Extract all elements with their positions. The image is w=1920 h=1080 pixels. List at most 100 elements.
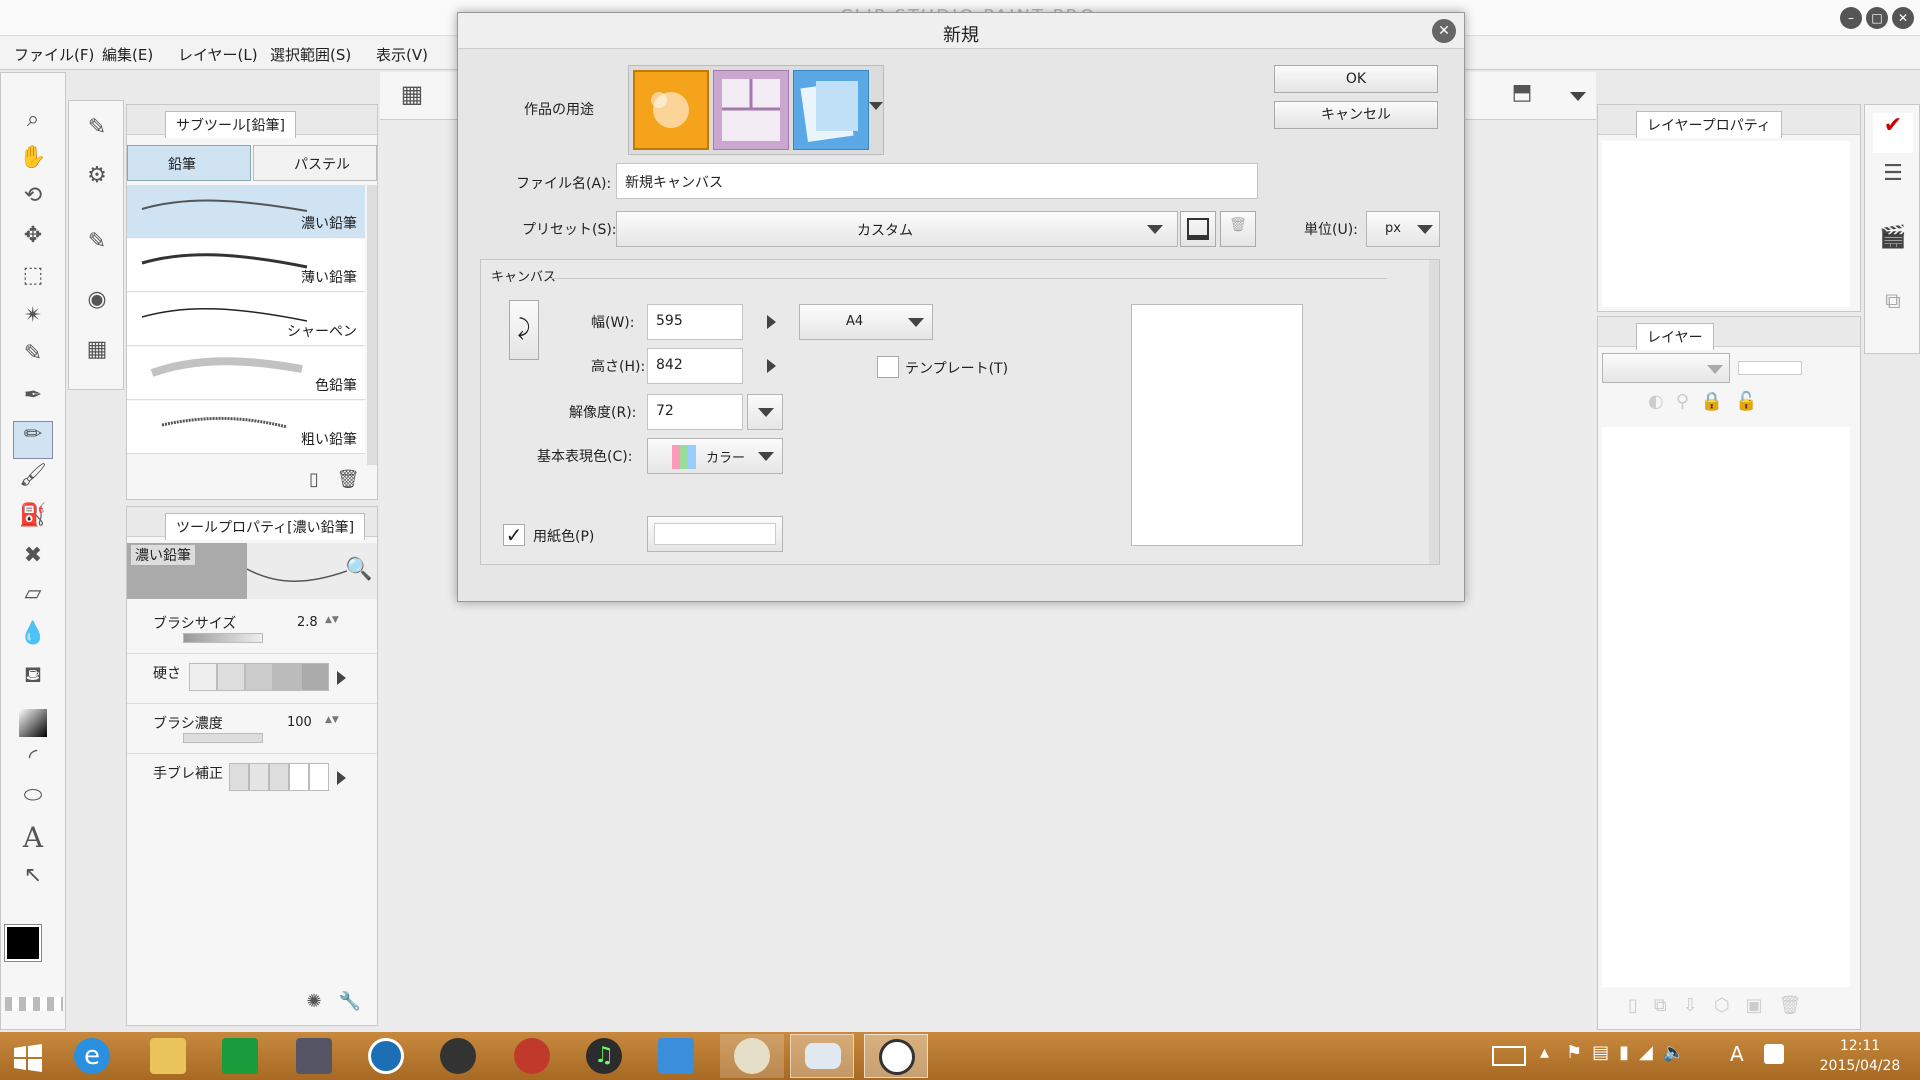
comic-purpose-icon[interactable] bbox=[713, 70, 789, 150]
brush-item[interactable]: シャーペン bbox=[127, 293, 365, 346]
select-icon[interactable]: ⬚ bbox=[9, 263, 57, 288]
gradient-icon[interactable] bbox=[19, 709, 47, 737]
grid-view-icon[interactable]: ▦ bbox=[398, 80, 426, 108]
pen-icon[interactable]: ✒ bbox=[9, 383, 57, 408]
delete-subtool-icon[interactable]: 🗑 bbox=[335, 469, 361, 490]
hardness-step[interactable] bbox=[301, 663, 329, 691]
move-icon[interactable]: ✥ bbox=[9, 223, 57, 248]
rotate-icon[interactable]: ⟲ bbox=[9, 183, 57, 208]
figure-icon[interactable]: ◜ bbox=[9, 745, 57, 770]
stabilization-step[interactable] bbox=[269, 763, 289, 791]
airbrush-icon[interactable]: ⛽ bbox=[9, 503, 57, 528]
hardness-arrow-icon[interactable] bbox=[337, 671, 346, 685]
new-subtool-icon[interactable]: ▯ bbox=[301, 469, 327, 490]
cancel-button[interactable]: キャンセル bbox=[1274, 101, 1438, 129]
main-color-swatch[interactable] bbox=[4, 924, 42, 962]
explorer-icon[interactable] bbox=[150, 1038, 186, 1074]
windows-start-icon[interactable] bbox=[14, 1044, 42, 1072]
blend-icon[interactable]: 💧 bbox=[9, 621, 57, 646]
illustration-purpose-icon[interactable] bbox=[633, 70, 709, 150]
minimize-button[interactable]: – bbox=[1840, 7, 1862, 29]
hardness-step[interactable] bbox=[245, 663, 273, 691]
swap-orientation-icon[interactable]: ⤸ bbox=[509, 300, 539, 360]
stabilization-step[interactable] bbox=[289, 763, 309, 791]
brush-density-value[interactable]: 100 bbox=[287, 715, 312, 730]
clip-paint-task[interactable] bbox=[864, 1034, 928, 1078]
height-arrow-icon[interactable] bbox=[767, 359, 776, 373]
ellipse-icon[interactable]: ⬭ bbox=[9, 783, 57, 808]
paint-task[interactable] bbox=[720, 1034, 784, 1078]
paper-color-button[interactable] bbox=[647, 516, 783, 552]
close-icon[interactable]: ✕ bbox=[1432, 19, 1456, 43]
resolution-input[interactable]: 72 bbox=[647, 394, 743, 430]
unit-dropdown[interactable]: px bbox=[1366, 211, 1440, 247]
layer-tab[interactable]: レイヤー bbox=[1636, 323, 1714, 350]
brush-icon[interactable]: 🖌 bbox=[9, 463, 57, 488]
check-icon[interactable]: ✔ bbox=[1873, 113, 1913, 153]
zoom-icon[interactable]: ⌕ bbox=[9, 107, 57, 132]
blend-mode-dropdown[interactable] bbox=[1602, 353, 1730, 383]
hardness-step[interactable] bbox=[217, 663, 245, 691]
hardness-step[interactable] bbox=[189, 663, 217, 691]
close-button[interactable]: ✕ bbox=[1892, 7, 1914, 29]
recorder-icon[interactable] bbox=[514, 1038, 550, 1074]
stabilization-step[interactable] bbox=[309, 763, 329, 791]
menu-view[interactable]: 表示(V) bbox=[376, 44, 428, 65]
ime-icon[interactable]: A bbox=[1730, 1042, 1744, 1066]
hardness-step[interactable] bbox=[273, 663, 301, 691]
brush-item[interactable]: 色鉛筆 bbox=[127, 347, 365, 400]
template-checkbox[interactable] bbox=[877, 356, 899, 378]
stabilization-step[interactable] bbox=[229, 763, 249, 791]
layer-property-tab[interactable]: レイヤープロパティ bbox=[1636, 111, 1782, 138]
color-set-icon[interactable]: ▦ bbox=[77, 337, 117, 362]
video-icon[interactable] bbox=[440, 1038, 476, 1074]
command-bar-menu-icon[interactable] bbox=[1570, 92, 1586, 101]
paper-size-dropdown[interactable]: A4 bbox=[799, 304, 933, 340]
fill-icon[interactable]: ⛾ bbox=[9, 663, 57, 691]
width-input[interactable]: 595 bbox=[647, 304, 743, 340]
brush-item[interactable]: 粗い鉛筆 bbox=[127, 401, 365, 454]
width-arrow-icon[interactable] bbox=[767, 315, 776, 329]
maximize-button[interactable]: □ bbox=[1866, 7, 1888, 29]
app-icon[interactable] bbox=[296, 1038, 332, 1074]
color-wheel-icon[interactable]: ◉ bbox=[77, 287, 117, 312]
tray-icons[interactable]: ⚑▤▮◢🔈 bbox=[1566, 1042, 1695, 1063]
brush-list-scrollbar[interactable] bbox=[367, 185, 377, 465]
purpose-dropdown-icon[interactable] bbox=[869, 102, 883, 110]
menu-layer[interactable]: レイヤー(L) bbox=[178, 44, 258, 65]
hand-icon[interactable]: ✋ bbox=[9, 145, 57, 170]
brush-density-slider[interactable] bbox=[183, 733, 263, 743]
animation-icon[interactable]: 🎬 bbox=[1873, 225, 1913, 250]
network-app-icon[interactable] bbox=[658, 1038, 694, 1074]
menu-edit[interactable]: 編集(E) bbox=[102, 44, 153, 65]
subtool-group-pastel[interactable]: パステル bbox=[253, 145, 377, 181]
menu-file[interactable]: ファイル(F) bbox=[14, 44, 94, 65]
brush-size-slider[interactable] bbox=[183, 633, 263, 643]
brush-item[interactable]: 薄い鉛筆 bbox=[127, 239, 365, 292]
eraser-icon[interactable]: ▱ bbox=[9, 581, 57, 606]
ime-mode-icon[interactable] bbox=[1764, 1044, 1784, 1064]
resolution-dropdown[interactable] bbox=[747, 394, 783, 430]
brush-size-value[interactable]: 2.8 bbox=[297, 615, 318, 630]
tool-settings-icon[interactable]: ⚙ bbox=[77, 163, 117, 188]
delete-preset-button[interactable]: 🗑 bbox=[1220, 211, 1256, 247]
show-hidden-icons[interactable]: ▴ bbox=[1540, 1042, 1549, 1063]
menu-selection[interactable]: 選択範囲(S) bbox=[270, 44, 351, 65]
ie-icon[interactable]: e bbox=[74, 1038, 110, 1074]
clock[interactable]: 12:11 2015/04/28 bbox=[1810, 1036, 1910, 1076]
save-preset-button[interactable] bbox=[1180, 211, 1216, 247]
text-icon[interactable]: A bbox=[9, 821, 57, 854]
ok-button[interactable]: OK bbox=[1274, 65, 1438, 93]
wrench-icon[interactable]: 🔧 bbox=[337, 991, 363, 1012]
subtool-group-pencil[interactable]: 鉛筆 bbox=[127, 145, 251, 181]
brush-density-spinner[interactable]: ▲▼ bbox=[325, 715, 339, 725]
tool-property-tab[interactable]: ツールプロパティ[濃い鉛筆] bbox=[165, 513, 366, 540]
paper-color-checkbox[interactable]: ✓ bbox=[503, 524, 525, 546]
brush-item[interactable]: 濃い鉛筆 bbox=[127, 185, 365, 238]
layer-action-icons[interactable]: ▯⧉⇩⬡▣🗑 bbox=[1628, 995, 1848, 1016]
eyedropper-icon[interactable]: ✎ bbox=[9, 341, 57, 366]
print-purpose-icon[interactable] bbox=[793, 70, 869, 150]
height-input[interactable]: 842 bbox=[647, 348, 743, 384]
transparent-color-swatch[interactable] bbox=[5, 997, 63, 1011]
reset-icon[interactable]: ✺ bbox=[301, 991, 327, 1012]
